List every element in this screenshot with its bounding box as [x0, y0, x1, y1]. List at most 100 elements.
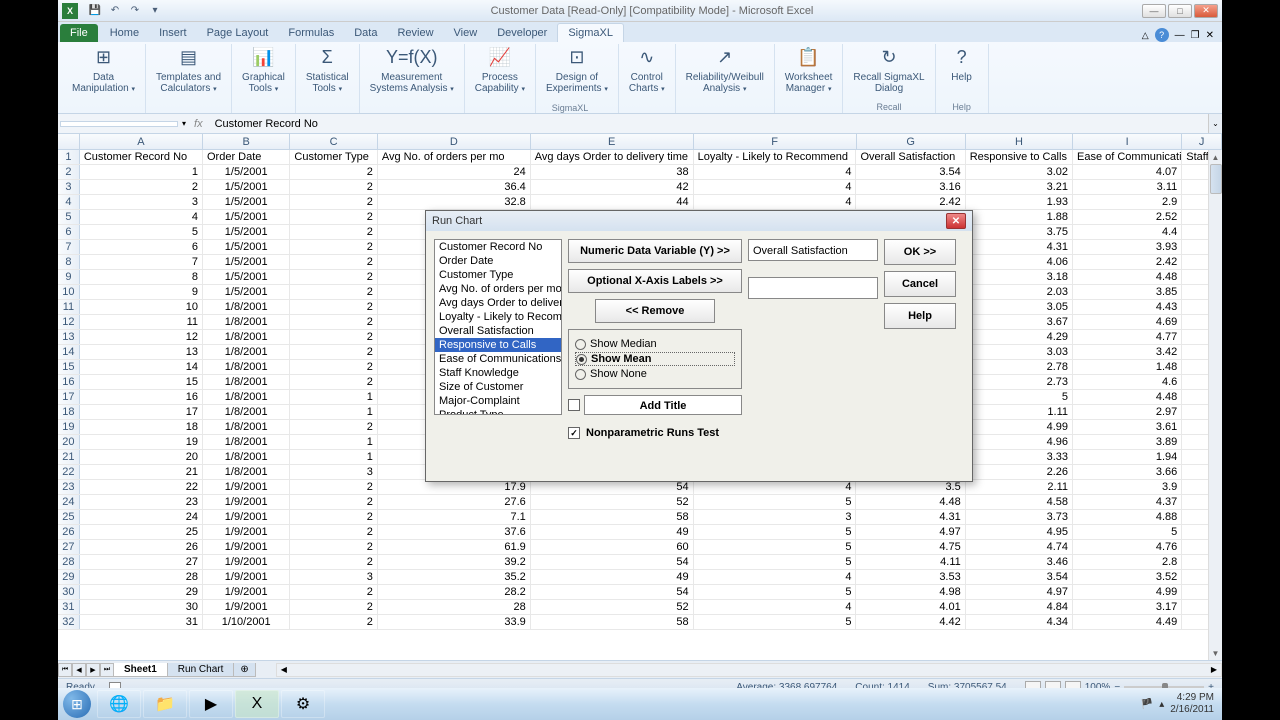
ribbon-button[interactable]: ↻Recall SigmaXLDialog: [849, 44, 928, 96]
row-header[interactable]: 24: [58, 495, 80, 509]
cell[interactable]: 2.73: [966, 375, 1073, 389]
cell[interactable]: 2: [290, 360, 377, 374]
cell[interactable]: 28.2: [378, 585, 531, 599]
cell[interactable]: 1/8/2001: [203, 315, 290, 329]
ribbon-button[interactable]: ⊞DataManipulation ▾: [68, 44, 139, 96]
cell[interactable]: 25: [80, 525, 203, 539]
cell[interactable]: 4.97: [856, 525, 965, 539]
tab-file[interactable]: File: [60, 24, 98, 42]
cell[interactable]: 28: [378, 600, 531, 614]
cell[interactable]: 9: [80, 285, 203, 299]
cell[interactable]: 1: [290, 405, 377, 419]
cell[interactable]: 4.74: [966, 540, 1073, 554]
cell[interactable]: 30: [80, 600, 203, 614]
cell[interactable]: 3.67: [966, 315, 1073, 329]
cell[interactable]: 1/5/2001: [203, 210, 290, 224]
header-cell[interactable]: Loyalty - Likely to Recommend: [694, 150, 857, 164]
cell[interactable]: 1/10/2001: [203, 615, 290, 629]
cell[interactable]: 5: [1073, 525, 1182, 539]
cell[interactable]: 1/8/2001: [203, 300, 290, 314]
cell[interactable]: 3.93: [1073, 240, 1182, 254]
col-header[interactable]: A: [80, 134, 203, 149]
cell[interactable]: 17: [80, 405, 203, 419]
cell[interactable]: 3.05: [966, 300, 1073, 314]
row-header[interactable]: 22: [58, 465, 80, 479]
cell[interactable]: 33.9: [378, 615, 531, 629]
sheet-tab-sheet1[interactable]: Sheet1: [113, 663, 168, 677]
cell[interactable]: 4: [694, 180, 857, 194]
ribbon-button[interactable]: 📋WorksheetManager ▾: [781, 44, 837, 96]
cell[interactable]: 52: [531, 600, 694, 614]
cell[interactable]: 1/5/2001: [203, 225, 290, 239]
cell[interactable]: 2: [290, 300, 377, 314]
sheet-nav-last[interactable]: ⏭: [100, 663, 114, 677]
cell[interactable]: 5: [80, 225, 203, 239]
task-app[interactable]: ⚙: [281, 690, 325, 718]
row-header[interactable]: 16: [58, 375, 80, 389]
cell[interactable]: 21: [80, 465, 203, 479]
cell[interactable]: 1/5/2001: [203, 285, 290, 299]
tab-page-layout[interactable]: Page Layout: [197, 24, 279, 42]
variable-listbox[interactable]: Customer Record NoOrder DateCustomer Typ…: [434, 239, 562, 415]
minimize-button[interactable]: —: [1142, 4, 1166, 18]
help-button[interactable]: Help: [884, 303, 956, 329]
cell[interactable]: 29: [80, 585, 203, 599]
cell[interactable]: 2: [290, 285, 377, 299]
row-header[interactable]: 31: [58, 600, 80, 614]
cell[interactable]: 27.6: [378, 495, 531, 509]
cell[interactable]: 2.11: [966, 480, 1073, 494]
row-header[interactable]: 25: [58, 510, 80, 524]
cell[interactable]: 3.03: [966, 345, 1073, 359]
header-cell[interactable]: Responsive to Calls: [966, 150, 1073, 164]
row-header[interactable]: 1: [58, 150, 80, 164]
col-header[interactable]: C: [290, 134, 377, 149]
row-header[interactable]: 5: [58, 210, 80, 224]
ribbon-button[interactable]: ΣStatisticalTools ▾: [302, 44, 353, 96]
dialog-close-button[interactable]: ✕: [946, 213, 966, 229]
row-header[interactable]: 30: [58, 585, 80, 599]
cell[interactable]: 26: [80, 540, 203, 554]
cell[interactable]: 3: [80, 195, 203, 209]
ribbon-button[interactable]: ⊡Design ofExperiments ▾: [542, 44, 612, 96]
col-header[interactable]: B: [203, 134, 290, 149]
cell[interactable]: 1: [290, 450, 377, 464]
cell[interactable]: 3.16: [856, 180, 965, 194]
cell[interactable]: 2: [290, 540, 377, 554]
fx-icon[interactable]: fx: [188, 118, 209, 130]
col-header[interactable]: E: [531, 134, 694, 149]
save-icon[interactable]: 💾: [88, 4, 102, 18]
cell[interactable]: 3.33: [966, 450, 1073, 464]
cell[interactable]: 44: [531, 195, 694, 209]
listbox-item[interactable]: Order Date: [435, 254, 561, 268]
cell[interactable]: 13: [80, 345, 203, 359]
header-cell[interactable]: Customer Record No: [80, 150, 203, 164]
tab-view[interactable]: View: [444, 24, 488, 42]
cell[interactable]: 5: [966, 390, 1073, 404]
row-header[interactable]: 2: [58, 165, 80, 179]
row-header[interactable]: 32: [58, 615, 80, 629]
cell[interactable]: 4: [694, 195, 857, 209]
name-box[interactable]: [60, 121, 178, 127]
workbook-close-icon[interactable]: ✕: [1206, 30, 1214, 41]
cell[interactable]: 39.2: [378, 555, 531, 569]
cell[interactable]: 12: [80, 330, 203, 344]
cell[interactable]: 4.31: [856, 510, 965, 524]
row-header[interactable]: 3: [58, 180, 80, 194]
cell[interactable]: 2: [290, 555, 377, 569]
task-ie[interactable]: 🌐: [97, 690, 141, 718]
cell[interactable]: 7.1: [378, 510, 531, 524]
cell[interactable]: 3.42: [1073, 345, 1182, 359]
cell[interactable]: 58: [531, 615, 694, 629]
cell[interactable]: 4.76: [1073, 540, 1182, 554]
cell[interactable]: 4: [694, 165, 857, 179]
ribbon-button[interactable]: 📊GraphicalTools ▾: [238, 44, 289, 96]
cell[interactable]: 4.01: [856, 600, 965, 614]
cell[interactable]: 37.6: [378, 525, 531, 539]
cell[interactable]: 2: [290, 225, 377, 239]
cell[interactable]: 4.69: [1073, 315, 1182, 329]
scroll-down-icon[interactable]: ▼: [1209, 646, 1222, 660]
cell[interactable]: 3.52: [1073, 570, 1182, 584]
cell[interactable]: 5: [694, 540, 857, 554]
cell[interactable]: 19: [80, 435, 203, 449]
cell[interactable]: 2.8: [1073, 555, 1182, 569]
